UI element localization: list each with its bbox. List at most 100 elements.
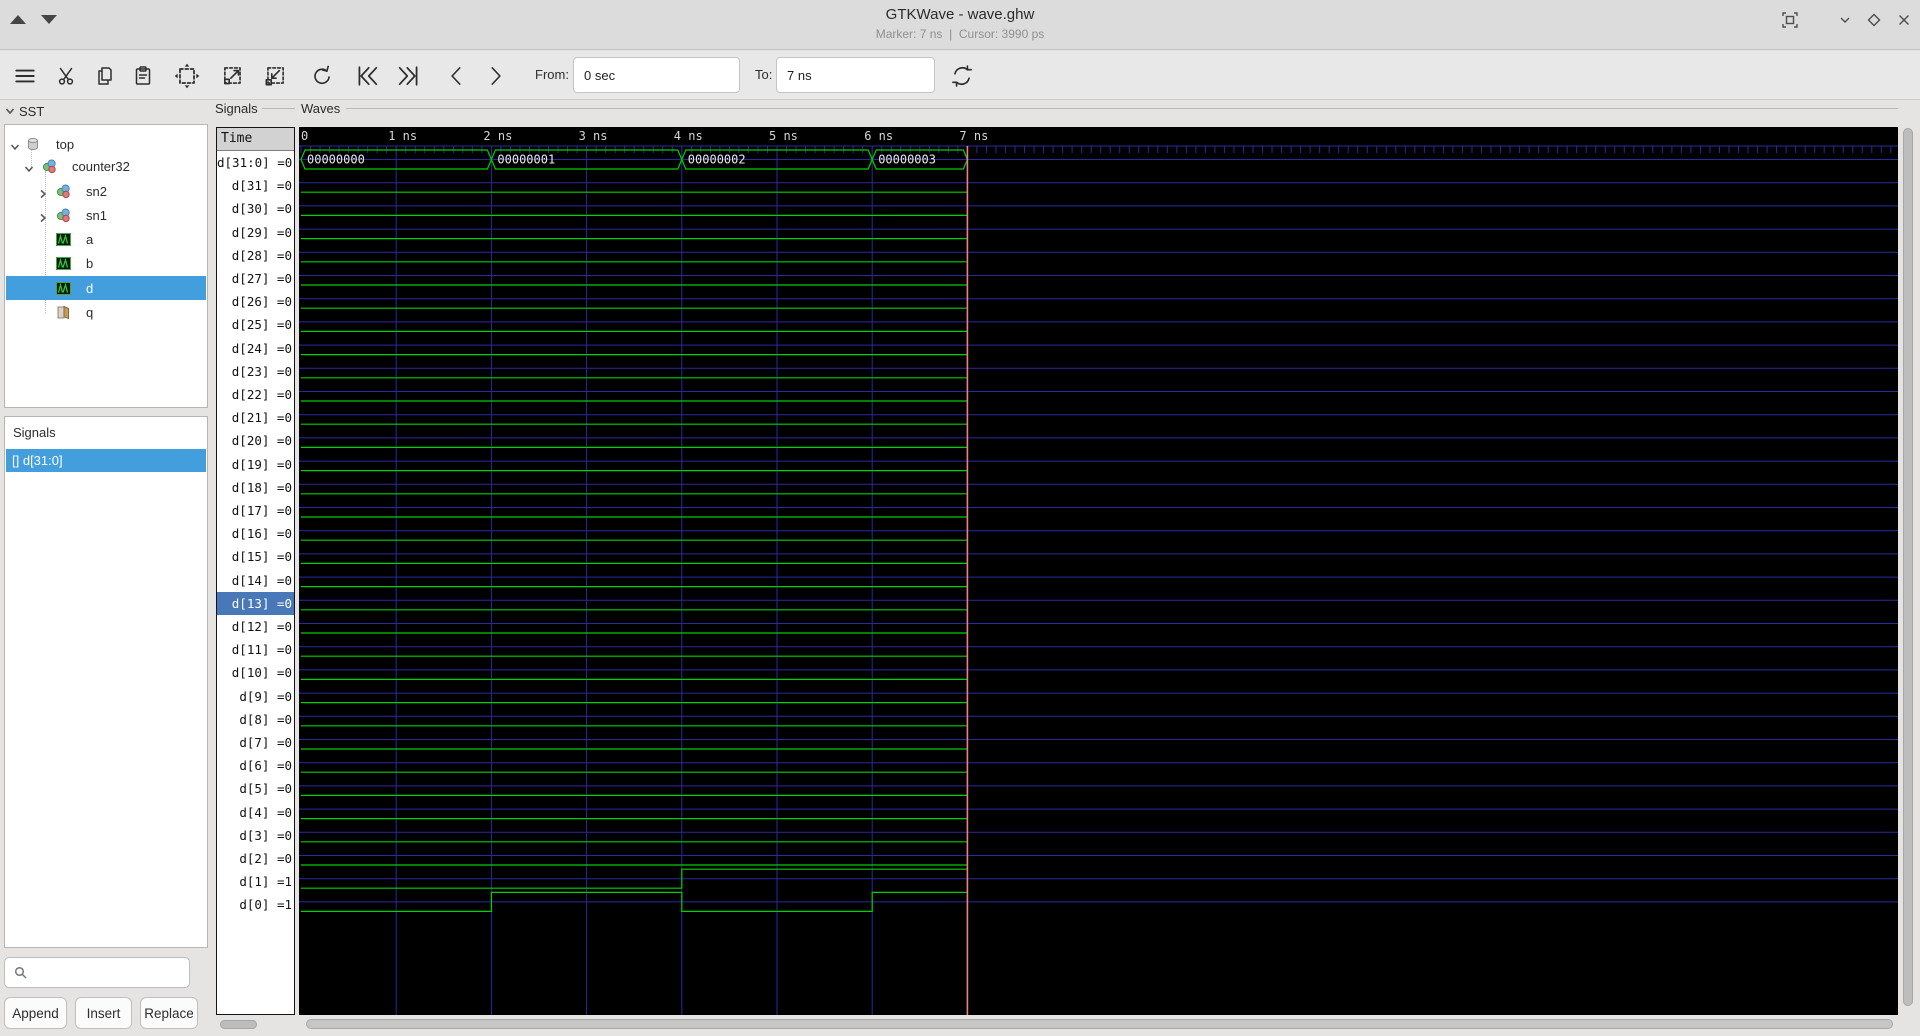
signal-row-d[27][interactable]: d[27] =0	[217, 267, 294, 290]
signal-row-d[20][interactable]: d[20] =0	[217, 429, 294, 452]
signal-row-d[29][interactable]: d[29] =0	[217, 221, 294, 244]
signal-row-d[13][interactable]: d[13] =0	[217, 591, 294, 615]
time-header[interactable]: Time	[217, 128, 294, 151]
menu-button[interactable]	[8, 59, 42, 93]
undo-button[interactable]	[305, 59, 339, 93]
signal-row-d[16][interactable]: d[16] =0	[217, 522, 294, 545]
copy-icon	[98, 67, 112, 85]
search-icon	[14, 966, 27, 979]
replace-button[interactable]: Replace	[140, 997, 198, 1029]
tree-item-label: counter32	[72, 158, 130, 174]
step-left-button[interactable]	[440, 59, 474, 93]
signal-row-d[14][interactable]: d[14] =0	[217, 569, 294, 592]
cut-button[interactable]	[50, 59, 84, 93]
signal-row-d[31][interactable]: d[31] =0	[217, 174, 294, 197]
header-bar: GTKWave - wave.ghw Marker: 7 ns | Cursor…	[0, 0, 1920, 50]
zoom-in-icon	[224, 67, 241, 85]
go-to-start-button[interactable]	[350, 59, 384, 93]
port-icon	[56, 305, 70, 320]
timeline-tick-label: 1 ns	[388, 129, 417, 143]
search-input[interactable]	[4, 957, 190, 988]
zoom-out-button[interactable]	[258, 59, 292, 93]
reload-button[interactable]	[945, 59, 979, 93]
append-button[interactable]: Append	[4, 997, 67, 1029]
signal-row-d[25][interactable]: d[25] =0	[217, 313, 294, 336]
sst-header-label: SST	[19, 104, 45, 119]
waves-vscrollbar[interactable]	[1900, 127, 1916, 1015]
signal-row-d[4][interactable]: d[4] =0	[217, 801, 294, 824]
signal-row-d[22][interactable]: d[22] =0	[217, 383, 294, 406]
timeline-tick-label: 6 ns	[864, 129, 893, 143]
names-hscrollbar[interactable]	[220, 1020, 257, 1029]
insert-button[interactable]: Insert	[75, 997, 132, 1029]
fullscreen-button[interactable]	[1778, 8, 1802, 32]
expander-closed-icon[interactable]	[38, 210, 48, 223]
paste-button[interactable]	[126, 59, 160, 93]
copy-button[interactable]	[88, 59, 122, 93]
tree-item-label: a	[86, 231, 94, 247]
tree-item-q[interactable]: q	[6, 300, 206, 324]
tree-item-sn1[interactable]: sn1	[6, 203, 206, 227]
zoom-fit-button[interactable]	[170, 59, 204, 93]
minimize-button[interactable]	[1833, 8, 1857, 32]
signal-row-d[12][interactable]: d[12] =0	[217, 615, 294, 638]
hscrollbar-thumb[interactable]	[306, 1019, 1893, 1029]
signals-list-label: Signals	[13, 425, 56, 440]
expander-closed-icon[interactable]	[38, 186, 48, 199]
bus-value-label: 00000002	[688, 153, 746, 167]
signal-row-d[28][interactable]: d[28] =0	[217, 244, 294, 267]
to-input[interactable]	[776, 57, 935, 93]
expander-open-icon[interactable]	[24, 161, 34, 173]
signal-row-d[8][interactable]: d[8] =0	[217, 708, 294, 731]
zoom-in-button[interactable]	[216, 59, 250, 93]
tree-item-top[interactable]: top	[6, 132, 206, 156]
vscrollbar-thumb[interactable]	[1903, 128, 1913, 1006]
maximize-button[interactable]	[1862, 8, 1886, 32]
signal-row-d[9][interactable]: d[9] =0	[217, 685, 294, 708]
signal-row-d[19][interactable]: d[19] =0	[217, 453, 294, 476]
signal-row-d[0][interactable]: d[0] =1	[217, 893, 294, 916]
signal-row-d[30][interactable]: d[30] =0	[217, 197, 294, 220]
signal-row-d[15][interactable]: d[15] =0	[217, 545, 294, 568]
signal-row-d[11][interactable]: d[11] =0	[217, 638, 294, 661]
go-to-end-button[interactable]	[392, 59, 426, 93]
signal-row-d[3][interactable]: d[3] =0	[217, 824, 294, 847]
signal-row-d[7][interactable]: d[7] =0	[217, 731, 294, 754]
module-icon	[56, 208, 70, 223]
tree-item-label: sn2	[86, 183, 107, 199]
marker-status: Marker: 7 ns	[875, 27, 943, 41]
module-icon	[56, 184, 70, 199]
signal-row-d[10][interactable]: d[10] =0	[217, 661, 294, 684]
tree-item-a[interactable]: a	[6, 227, 206, 251]
signal-row-d[21][interactable]: d[21] =0	[217, 406, 294, 429]
timeline-tick-label: 2 ns	[483, 129, 512, 143]
expander-open-icon[interactable]	[10, 139, 20, 151]
signal-row-d[17][interactable]: d[17] =0	[217, 499, 294, 522]
chevron-down-icon	[1840, 17, 1850, 23]
signals-list-item[interactable]: [] d[31:0]	[6, 449, 206, 472]
timeline-tick-label: 3 ns	[579, 129, 608, 143]
bus-value-label: 00000000	[307, 153, 365, 167]
signal-row-d[31:0][interactable]: d[31:0] =0	[217, 151, 294, 174]
sst-header[interactable]: SST	[5, 104, 44, 119]
signal-row-d[18][interactable]: d[18] =0	[217, 476, 294, 499]
signal-row-d[5][interactable]: d[5] =0	[217, 777, 294, 800]
signal-row-d[26][interactable]: d[26] =0	[217, 290, 294, 313]
signal-row-d[1][interactable]: d[1] =1	[217, 870, 294, 893]
signal-row-d[23][interactable]: d[23] =0	[217, 360, 294, 383]
from-input[interactable]	[573, 57, 740, 93]
tree-item-counter32[interactable]: counter32	[6, 154, 206, 178]
waves-hscrollbar[interactable]	[299, 1018, 1898, 1030]
signal-row-d[2][interactable]: d[2] =0	[217, 847, 294, 870]
signal-row-d[6][interactable]: d[6] =0	[217, 754, 294, 777]
from-label: From:	[535, 67, 569, 82]
tree-item-d[interactable]: d	[6, 276, 206, 300]
signal-row-d[24][interactable]: d[24] =0	[217, 337, 294, 360]
reload-icon	[952, 65, 972, 87]
step-right-button[interactable]	[478, 59, 512, 93]
tree-item-label: b	[86, 255, 94, 271]
close-button[interactable]	[1892, 8, 1916, 32]
waveform-canvas[interactable]: 0 1 ns 2 ns 3 ns 4 ns 5 ns 6 ns 7 ns 00000000 000…	[299, 127, 1898, 1015]
tree-item-sn2[interactable]: sn2	[6, 179, 206, 203]
tree-item-b[interactable]: b	[6, 251, 206, 275]
